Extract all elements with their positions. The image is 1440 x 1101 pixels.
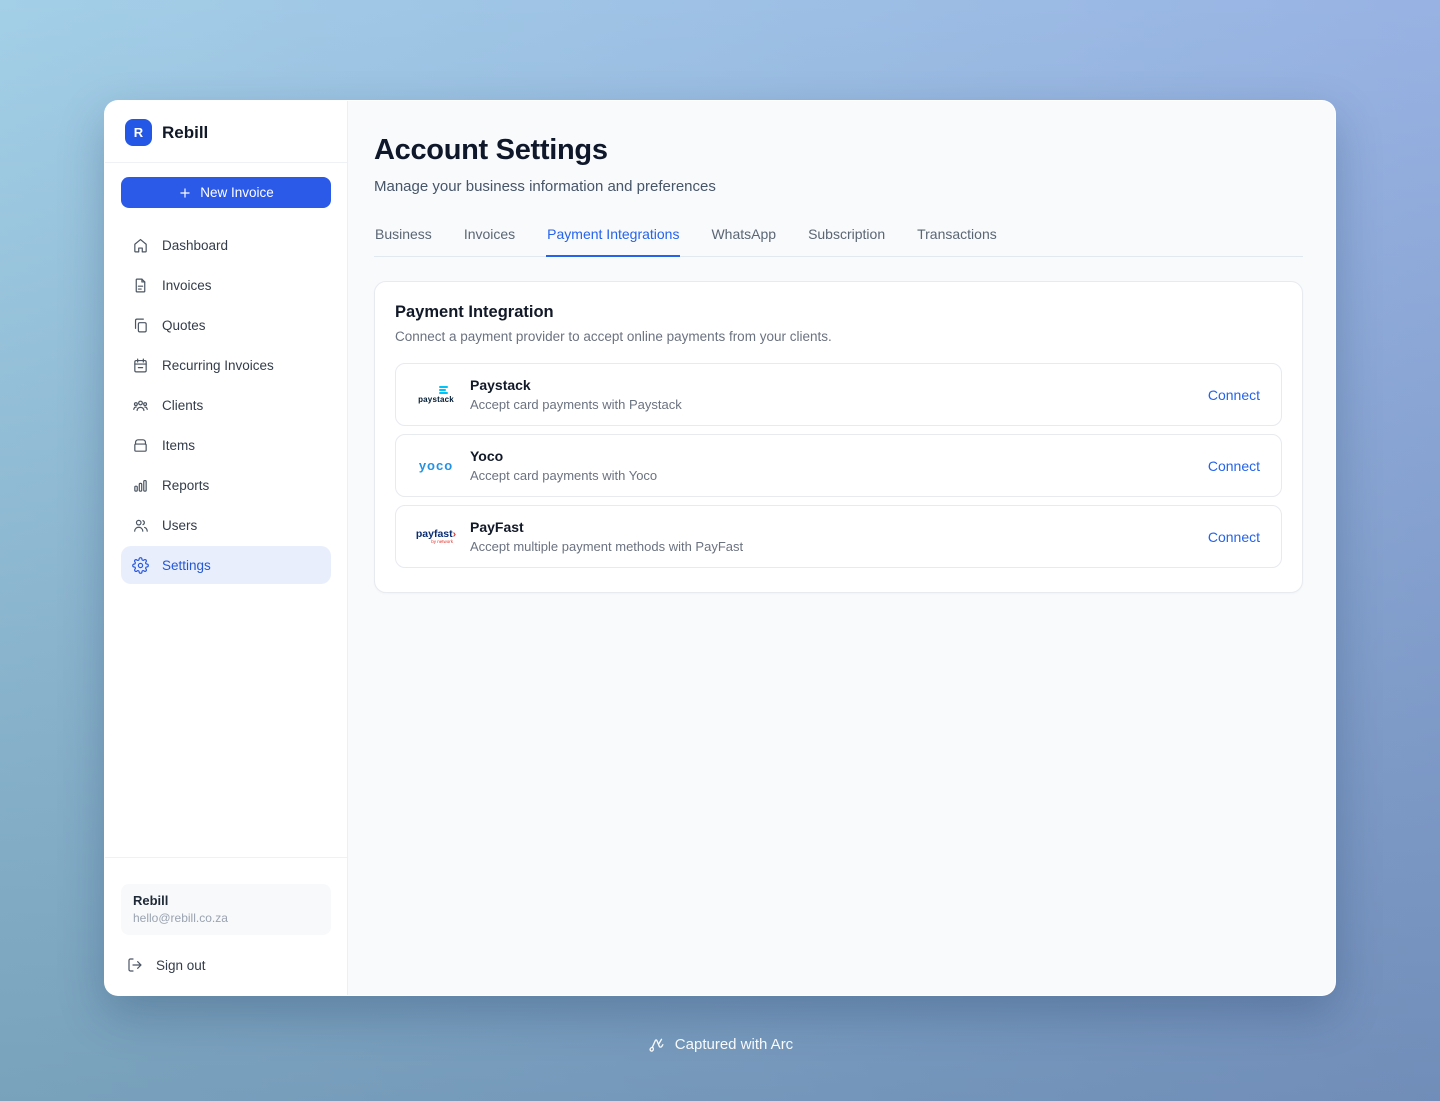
sidebar-item-label: Invoices bbox=[162, 277, 212, 293]
box-icon bbox=[134, 438, 147, 452]
sidebar-item-recurring-invoices[interactable]: Recurring Invoices bbox=[121, 346, 331, 384]
home-icon bbox=[134, 238, 147, 252]
sidebar-item-label: Items bbox=[162, 437, 196, 453]
page-title: Account Settings bbox=[374, 134, 608, 166]
page-subtitle: Manage your business information and pre… bbox=[374, 178, 716, 195]
copy-icon bbox=[134, 318, 147, 332]
provider-name: Yoco bbox=[470, 448, 504, 464]
tab-payment-integrations[interactable]: Payment Integrations bbox=[546, 222, 681, 257]
sign-out-icon bbox=[128, 958, 142, 972]
users-icon bbox=[134, 519, 148, 532]
yoco-logo: yoco bbox=[418, 458, 454, 473]
app-logo: R Rebill bbox=[121, 119, 331, 146]
calendar-icon bbox=[134, 358, 147, 372]
sidebar-nav: Dashboard Invoices Quotes Recurring Invo… bbox=[121, 226, 331, 584]
main-content: Account Settings Manage your business in… bbox=[348, 101, 1335, 995]
people-group-icon bbox=[133, 400, 148, 411]
provider-description: Accept card payments with Yoco bbox=[470, 468, 658, 483]
arc-logo-icon bbox=[649, 1038, 664, 1052]
payment-integration-card: Payment Integration Connect a payment pr… bbox=[374, 281, 1303, 593]
sign-out-button[interactable]: Sign out bbox=[121, 949, 331, 981]
sidebar-item-label: Clients bbox=[162, 397, 204, 413]
connect-button-payfast[interactable]: Connect bbox=[1208, 529, 1260, 545]
new-invoice-button[interactable]: New Invoice bbox=[121, 177, 331, 208]
provider-list: paystack Paystack Accept card payments w… bbox=[395, 363, 1282, 568]
settings-tabs: Business Invoices Payment Integrations W… bbox=[374, 222, 1303, 257]
sidebar-item-label: Dashboard bbox=[162, 237, 229, 253]
app-logo-icon: R bbox=[125, 119, 152, 146]
tab-subscription[interactable]: Subscription bbox=[807, 222, 886, 257]
provider-row-yoco: yoco Yoco Accept card payments with Yoco… bbox=[395, 434, 1282, 497]
sidebar-item-users[interactable]: Users bbox=[121, 506, 331, 544]
sidebar-item-settings[interactable]: Settings bbox=[121, 546, 331, 584]
connect-button-paystack[interactable]: Connect bbox=[1208, 387, 1260, 403]
app-window: R Rebill New Invoice Dashboard Invoices … bbox=[104, 100, 1336, 996]
provider-description: Accept card payments with Paystack bbox=[470, 397, 682, 412]
bar-chart-icon bbox=[134, 479, 147, 492]
card-subtitle: Connect a payment provider to accept onl… bbox=[395, 329, 832, 344]
provider-row-payfast: payfast› by network PayFast Accept multi… bbox=[395, 505, 1282, 568]
sidebar-item-label: Quotes bbox=[162, 317, 206, 333]
document-icon bbox=[135, 278, 146, 292]
card-title: Payment Integration bbox=[395, 303, 554, 321]
sidebar-item-label: Users bbox=[162, 517, 198, 533]
captured-with-arc-badge: Captured with Arc bbox=[0, 1035, 1440, 1054]
sidebar-item-quotes[interactable]: Quotes bbox=[121, 306, 331, 344]
sidebar-item-reports[interactable]: Reports bbox=[121, 466, 331, 504]
paystack-logo-icon bbox=[438, 385, 448, 394]
sidebar-item-invoices[interactable]: Invoices bbox=[121, 266, 331, 304]
provider-description: Accept multiple payment methods with Pay… bbox=[470, 539, 744, 554]
user-name: Rebill bbox=[133, 893, 169, 908]
user-email: hello@rebill.co.za bbox=[133, 911, 228, 925]
new-invoice-label: New Invoice bbox=[200, 185, 274, 200]
captured-with-arc-label: Captured with Arc bbox=[674, 1036, 794, 1053]
tab-invoices[interactable]: Invoices bbox=[463, 222, 516, 257]
app-name: Rebill bbox=[162, 122, 209, 142]
divider bbox=[105, 857, 347, 858]
gear-icon bbox=[132, 556, 149, 574]
sidebar-item-dashboard[interactable]: Dashboard bbox=[121, 226, 331, 264]
tab-business[interactable]: Business bbox=[374, 222, 433, 257]
provider-name: Paystack bbox=[470, 377, 531, 393]
sidebar-item-label: Reports bbox=[162, 477, 210, 493]
provider-row-paystack: paystack Paystack Accept card payments w… bbox=[395, 363, 1282, 426]
paystack-logo: paystack bbox=[417, 385, 455, 404]
sign-out-label: Sign out bbox=[156, 957, 206, 973]
user-info: Rebill hello@rebill.co.za bbox=[121, 884, 331, 935]
payfast-logo: payfast› by network bbox=[415, 527, 457, 544]
provider-name: PayFast bbox=[470, 519, 524, 535]
sidebar-item-clients[interactable]: Clients bbox=[121, 386, 331, 424]
sidebar-item-items[interactable]: Items bbox=[121, 426, 331, 464]
tab-transactions[interactable]: Transactions bbox=[916, 222, 998, 257]
sidebar-item-label: Recurring Invoices bbox=[162, 357, 274, 373]
connect-button-yoco[interactable]: Connect bbox=[1208, 458, 1260, 474]
tab-whatsapp[interactable]: WhatsApp bbox=[710, 222, 777, 257]
sidebar: R Rebill New Invoice Dashboard Invoices … bbox=[105, 101, 348, 995]
sidebar-item-label: Settings bbox=[162, 557, 211, 573]
plus-icon bbox=[180, 187, 190, 198]
divider bbox=[105, 162, 347, 163]
